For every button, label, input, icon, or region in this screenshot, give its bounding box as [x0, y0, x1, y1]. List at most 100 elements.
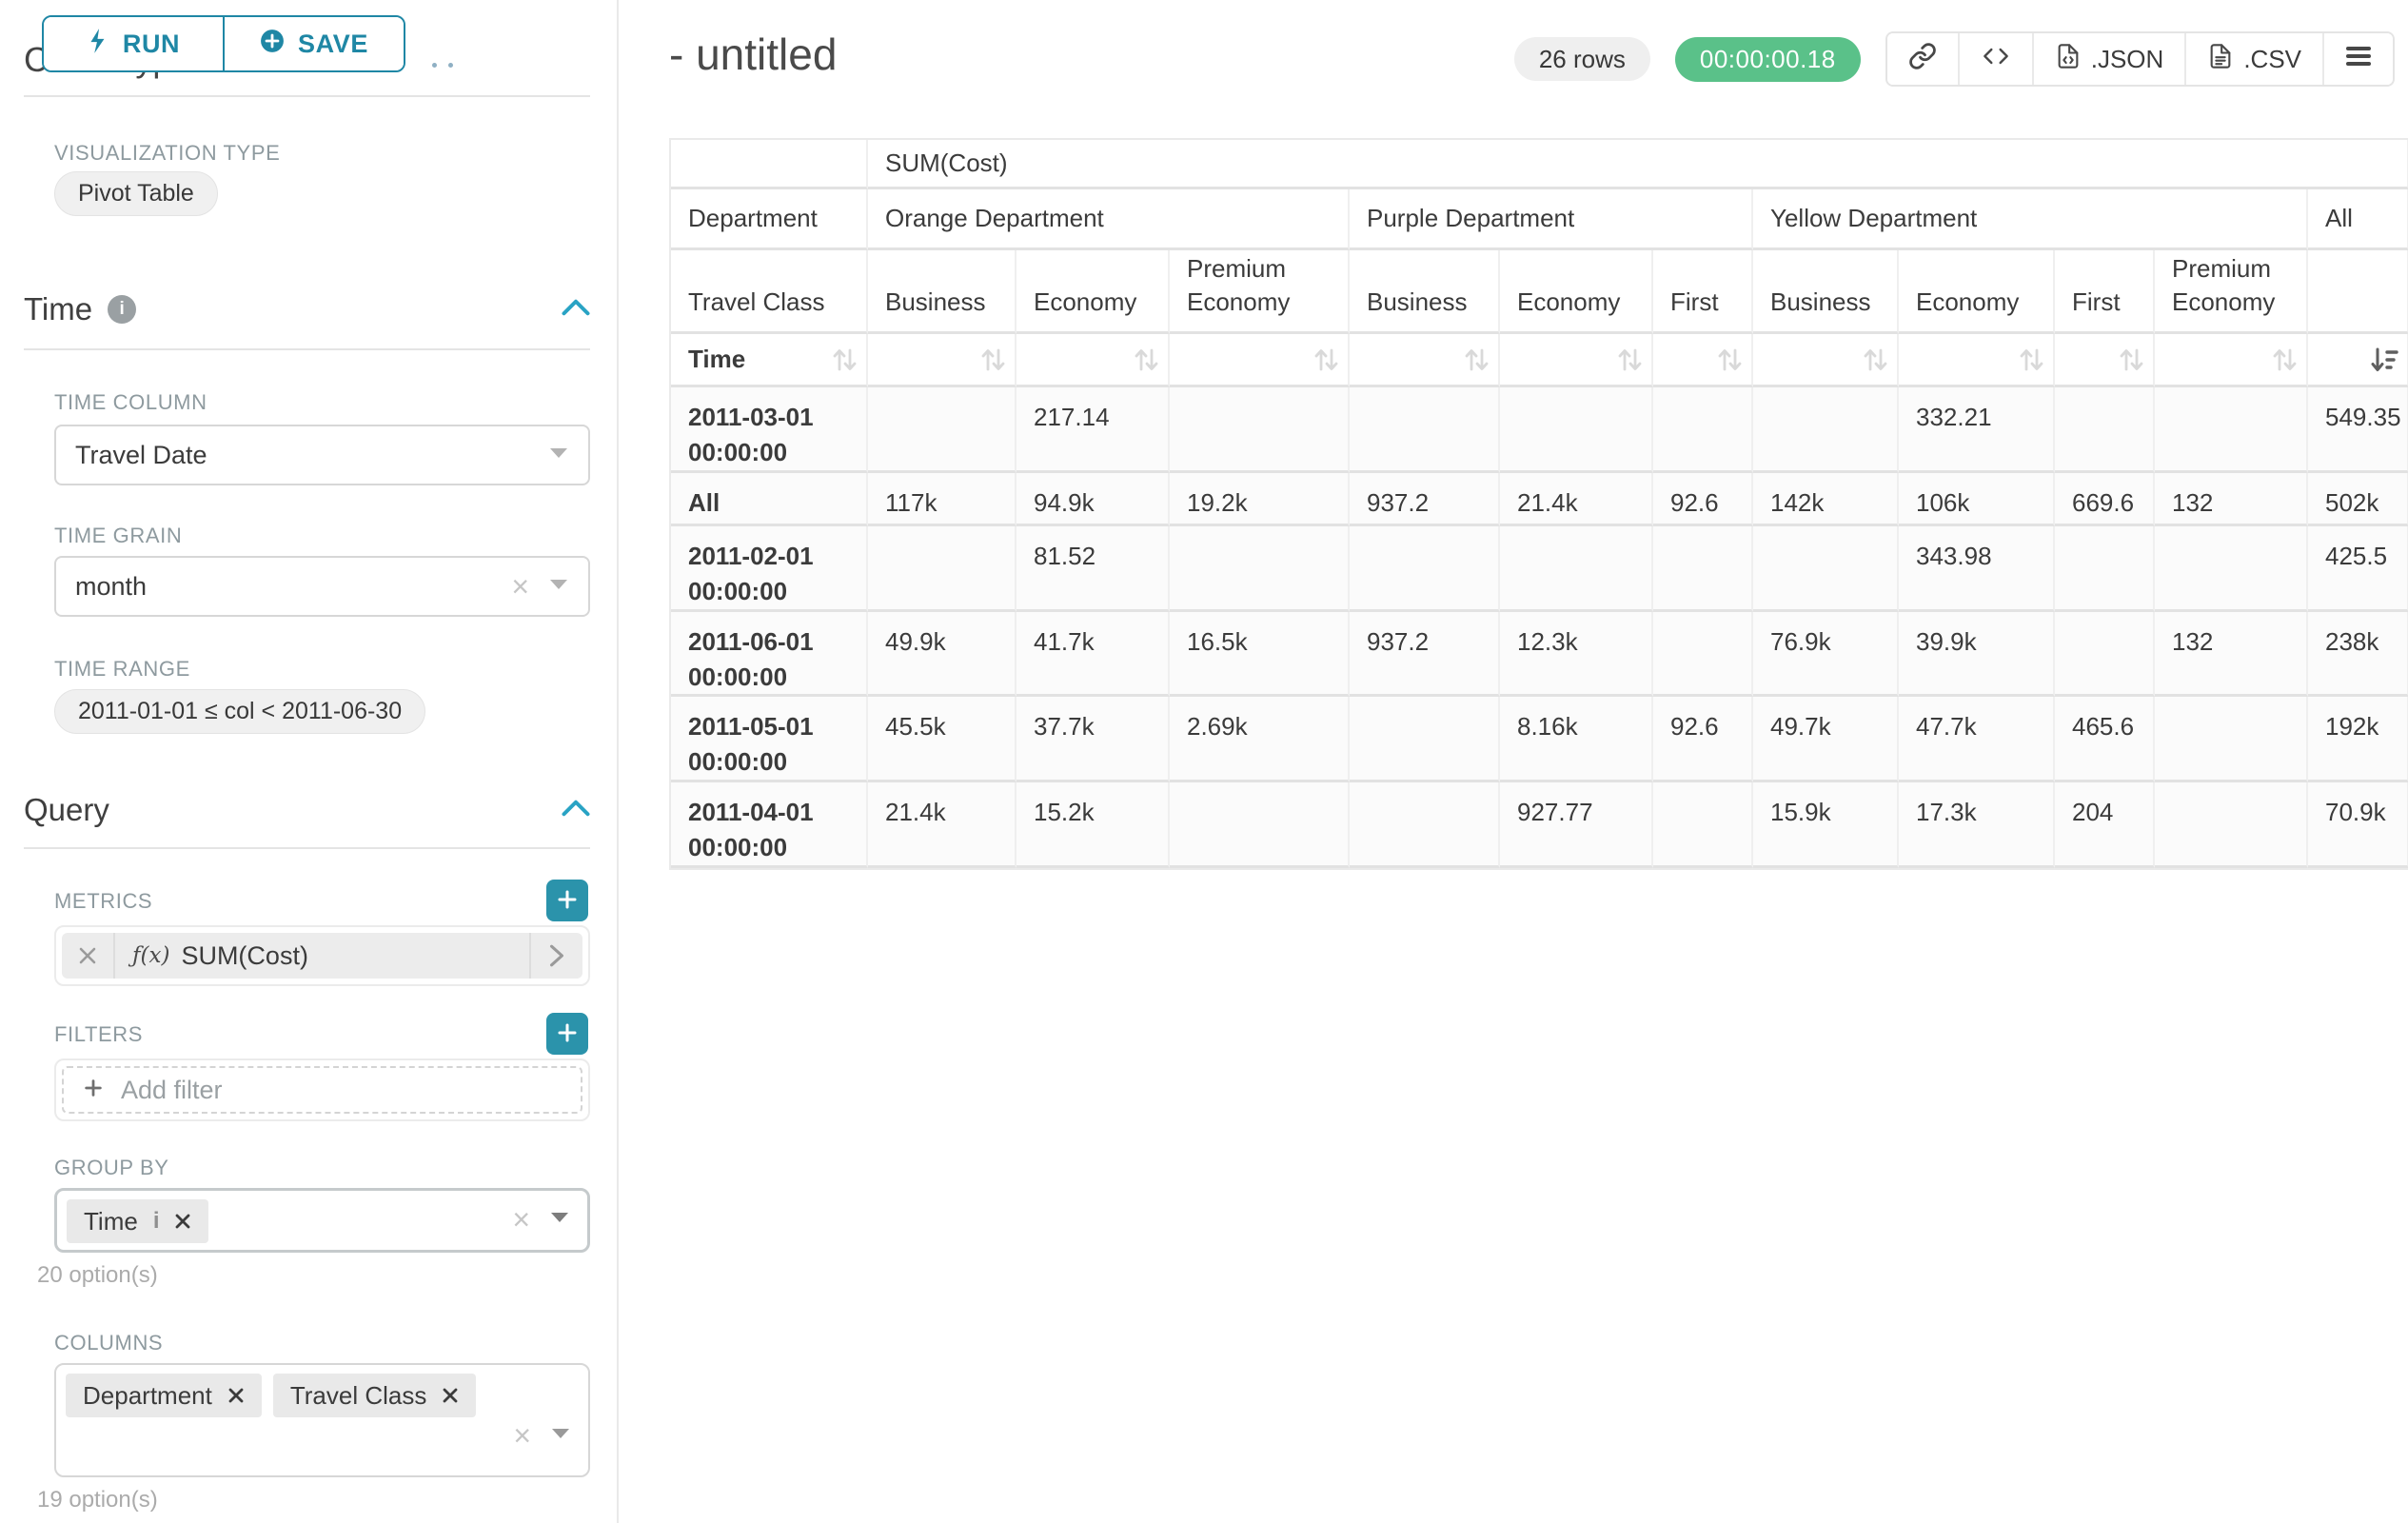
time-range-pill[interactable]: 2011-01-01 ≤ col < 2011-06-30: [54, 689, 425, 734]
sortable-column-header[interactable]: [868, 334, 1016, 387]
column-group-header: All: [2308, 189, 2408, 250]
add-filter-field[interactable]: Add filter: [62, 1066, 582, 1114]
sort-icon: [830, 345, 859, 375]
pivot-row: 2011-03-0100:00:00217.14332.21549.35: [671, 387, 2408, 473]
value-cell: 76.9k: [1753, 612, 1899, 698]
metrics-label: METRICS: [54, 889, 152, 914]
clear-icon[interactable]: ×: [513, 1420, 531, 1451]
value-cell: [868, 387, 1016, 473]
metric-chip[interactable]: ƒ(x) SUM(Cost): [62, 933, 582, 979]
export-json-button[interactable]: .JSON: [2032, 33, 2185, 85]
lightning-icon: [87, 28, 109, 61]
query-section-header: Query: [24, 792, 590, 828]
value-cell: [1350, 526, 1500, 612]
selected-option-chip[interactable]: Department: [66, 1374, 262, 1417]
sortable-column-header[interactable]: [2155, 334, 2308, 387]
remove-chip-icon[interactable]: [227, 1381, 245, 1411]
selected-option-chip[interactable]: Timei: [67, 1199, 208, 1243]
remove-chip-icon[interactable]: [442, 1381, 459, 1411]
column-leaf-header: [2308, 250, 2408, 334]
value-cell: [2055, 612, 2155, 698]
sort-desc-icon: [2369, 345, 2399, 375]
sortable-column-header[interactable]: [1170, 334, 1350, 387]
pivot-row: 2011-05-0100:00:0045.5k37.7k2.69k8.16k92…: [671, 697, 2408, 782]
time-grain-label: TIME GRAIN: [54, 524, 182, 548]
sortable-column-header[interactable]: [1899, 334, 2055, 387]
group-by-select[interactable]: Timei ×: [54, 1188, 590, 1253]
chevron-right-icon[interactable]: [529, 933, 582, 979]
group-by-options-hint: 20 option(s): [37, 1262, 158, 1289]
share-link-button[interactable]: [1887, 33, 1958, 85]
run-button[interactable]: RUN: [44, 17, 223, 70]
sortable-column-header[interactable]: [1350, 334, 1500, 387]
export-csv-button[interactable]: .CSV: [2184, 33, 2322, 85]
column-leaf-header: First: [2055, 250, 2155, 334]
value-cell: 502k: [2308, 473, 2408, 526]
chart-title[interactable]: - untitled: [669, 29, 837, 80]
sortable-column-header[interactable]: [1500, 334, 1653, 387]
value-cell: 70.9k: [2308, 782, 2408, 868]
row-label-cell: 2011-05-0100:00:00: [671, 697, 868, 782]
remove-metric-icon[interactable]: [62, 933, 115, 979]
value-cell: 19.2k: [1170, 473, 1350, 526]
value-cell: 937.2: [1350, 473, 1500, 526]
add-metric-button[interactable]: [546, 880, 588, 921]
row-label-cell: All: [671, 473, 868, 526]
row-label-cell: 2011-04-0100:00:00: [671, 782, 868, 868]
value-cell: [2155, 697, 2308, 782]
sortable-column-header[interactable]: [2055, 334, 2155, 387]
file-json-icon: [2055, 41, 2082, 78]
time-range-label: TIME RANGE: [54, 657, 190, 682]
column-leaf-header: Economy: [1500, 250, 1653, 334]
value-cell: 8.16k: [1500, 697, 1653, 782]
value-cell: 92.6: [1653, 697, 1753, 782]
remove-chip-icon[interactable]: [174, 1207, 191, 1236]
chip-label: Department: [83, 1381, 212, 1411]
time-dim-header[interactable]: Time: [671, 334, 868, 387]
sorted-column-header[interactable]: [2308, 334, 2408, 387]
metric-header-cell: SUM(Cost): [868, 140, 2408, 189]
visualization-type-label: VISUALIZATION TYPE: [54, 141, 280, 166]
function-icon: ƒ(x): [132, 943, 169, 968]
department-dim-header: Department: [671, 189, 868, 250]
columns-select[interactable]: Department Travel Class ×: [54, 1363, 590, 1477]
sortable-column-header[interactable]: [1653, 334, 1753, 387]
time-column-select[interactable]: Travel Date: [54, 425, 590, 485]
value-cell: [2155, 782, 2308, 868]
value-cell: [1350, 782, 1500, 868]
chevron-up-icon[interactable]: [562, 799, 590, 822]
selected-option-chip[interactable]: Travel Class: [273, 1374, 477, 1417]
metrics-box: ƒ(x) SUM(Cost): [54, 925, 590, 986]
column-leaf-header: First: [1653, 250, 1753, 334]
sortable-column-header[interactable]: [1753, 334, 1899, 387]
value-cell: 217.14: [1016, 387, 1170, 473]
clipped-dots-decoration: [432, 63, 453, 68]
metric-chip-body[interactable]: ƒ(x) SUM(Cost): [115, 933, 529, 979]
clear-icon[interactable]: ×: [512, 1204, 530, 1235]
time-grain-select[interactable]: month ×: [54, 556, 590, 617]
sort-icon: [1312, 345, 1340, 375]
sort-icon: [1132, 345, 1160, 375]
add-filter-placeholder: Add filter: [121, 1076, 223, 1105]
column-leaf-header: Business: [1350, 250, 1500, 334]
embed-code-button[interactable]: [1958, 33, 2032, 85]
save-button[interactable]: SAVE: [223, 17, 404, 70]
info-icon: i: [108, 295, 136, 324]
value-cell: [1500, 526, 1653, 612]
menu-button[interactable]: [2322, 33, 2393, 85]
clear-icon[interactable]: ×: [511, 571, 529, 602]
value-cell: [1170, 782, 1350, 868]
value-cell: [1350, 697, 1500, 782]
sort-icon: [1861, 345, 1889, 375]
value-cell: [1753, 387, 1899, 473]
add-filter-button[interactable]: [546, 1013, 588, 1055]
column-leaf-header: Economy: [1899, 250, 2055, 334]
column-leaf-header: Premium Economy: [2155, 250, 2308, 334]
sort-icon: [1715, 345, 1744, 375]
chevron-up-icon[interactable]: [562, 298, 590, 322]
visualization-type-pill[interactable]: Pivot Table: [54, 171, 218, 216]
value-cell: 343.98: [1899, 526, 2055, 612]
value-cell: [2055, 387, 2155, 473]
plus-icon: [83, 1076, 104, 1105]
sortable-column-header[interactable]: [1016, 334, 1170, 387]
